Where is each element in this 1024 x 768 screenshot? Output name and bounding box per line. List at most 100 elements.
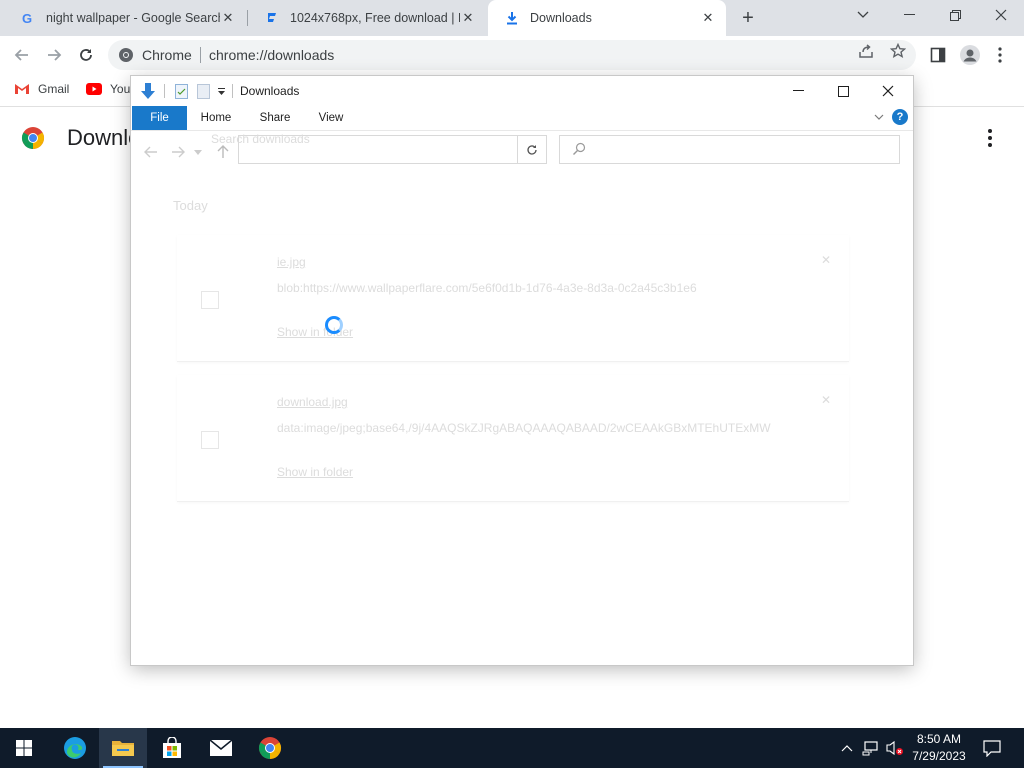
tab-wallpaper-download[interactable]: 1024x768px, Free download | Bla ✕ — [248, 0, 486, 36]
store-icon — [163, 737, 181, 758]
taskbar-chrome[interactable] — [246, 728, 294, 768]
new-tab-button[interactable]: + — [736, 6, 760, 30]
omnibox-divider — [200, 47, 201, 63]
chrome-site-icon — [119, 48, 133, 62]
ghost-file-url: data:image/jpeg;base64,/9j/4AAQSkZJRgABA… — [277, 421, 771, 435]
customize-qa-icon[interactable] — [215, 82, 227, 100]
gmail-icon — [14, 81, 30, 97]
back-icon[interactable] — [140, 141, 162, 163]
share-icon[interactable] — [857, 42, 875, 60]
taskbar-edge[interactable] — [51, 728, 99, 768]
tab-title: 1024x768px, Free download | Bla — [290, 11, 460, 25]
ghost-search-downloads: Search downloads — [211, 132, 310, 146]
ribbon-tab-share[interactable]: Share — [253, 106, 297, 130]
search-input[interactable] — [559, 135, 900, 164]
site-label: Chrome — [142, 47, 192, 63]
close-window-icon[interactable] — [865, 76, 911, 106]
side-panel-icon[interactable] — [926, 43, 950, 67]
youtube-icon — [86, 81, 102, 97]
folder-icon — [112, 741, 134, 756]
properties-icon[interactable] — [173, 82, 189, 100]
svg-text:G: G — [22, 11, 32, 25]
close-tab-icon[interactable]: ✕ — [220, 10, 236, 26]
tab-downloads[interactable]: Downloads ✕ — [488, 0, 726, 36]
ghost-download-card: download.jpg data:image/jpeg;base64,/9j/… — [177, 375, 849, 502]
taskbar-store[interactable] — [148, 728, 196, 768]
close-window-icon[interactable] — [978, 0, 1024, 30]
clock-date: 7/29/2023 — [912, 749, 966, 763]
notifications-icon[interactable] — [978, 728, 1006, 768]
search-icon — [572, 142, 586, 159]
minimize-icon[interactable] — [886, 0, 932, 30]
explorer-titlebar: Downloads — [131, 76, 913, 106]
mail-icon — [209, 739, 233, 756]
qa-separator — [164, 84, 165, 98]
refresh-icon[interactable] — [517, 135, 547, 164]
close-tab-icon[interactable]: ✕ — [460, 10, 476, 26]
profile-avatar-icon[interactable] — [958, 43, 982, 67]
ghost-file-url: blob:https://www.wallpaperflare.com/5e6f… — [277, 281, 697, 295]
show-hidden-icons-icon[interactable] — [838, 728, 856, 768]
ghost-remove-icon: ✕ — [821, 253, 832, 267]
url-text[interactable]: chrome://downloads — [209, 47, 334, 63]
browser-toolbar: Chrome chrome://downloads — [0, 36, 1024, 74]
ghost-file-name: ie.jpg — [277, 255, 306, 269]
ribbon-tab-home[interactable]: Home — [195, 106, 237, 130]
more-actions-icon[interactable] — [980, 126, 1000, 150]
download-icon — [504, 10, 520, 26]
loading-spinner-icon — [325, 316, 343, 334]
start-button[interactable] — [0, 728, 48, 768]
chrome-menu-icon[interactable] — [988, 43, 1012, 67]
close-tab-icon[interactable]: ✕ — [700, 10, 716, 26]
system-clock[interactable]: 8:50 AM 7/29/2023 — [906, 731, 972, 765]
tab-google-search[interactable]: G night wallpaper - Google Search ✕ — [4, 0, 246, 36]
bookmark-label: Gmail — [38, 82, 70, 96]
ghost-section-today: Today — [173, 198, 208, 213]
image-file-icon — [201, 291, 219, 309]
minimize-icon[interactable] — [775, 76, 821, 106]
taskbar: 8:50 AM 7/29/2023 — [0, 728, 1024, 768]
volume-muted-icon[interactable] — [884, 728, 906, 768]
new-folder-icon[interactable] — [195, 82, 211, 100]
reload-icon[interactable] — [74, 43, 98, 67]
address-bar[interactable]: Chrome chrome://downloads — [108, 40, 916, 70]
tab-title: night wallpaper - Google Search — [46, 11, 220, 25]
taskbar-file-explorer[interactable] — [99, 728, 147, 768]
network-icon[interactable] — [860, 728, 882, 768]
qa-separator — [232, 84, 233, 98]
clock-time: 8:50 AM — [916, 732, 962, 746]
ghost-download-card: ie.jpg blob:https://www.wallpaperflare.c… — [177, 235, 849, 362]
taskbar-mail[interactable] — [197, 728, 245, 768]
bookmark-gmail[interactable]: Gmail — [14, 81, 69, 97]
wallpaper-site-icon — [264, 10, 280, 26]
file-explorer-window: Downloads File Home Share View ? Search … — [131, 76, 913, 665]
ghost-file-name: download.jpg — [277, 395, 348, 409]
explorer-content: Search downloads Today ie.jpg blob:https… — [131, 131, 913, 665]
recent-locations-icon[interactable] — [191, 141, 205, 163]
tab-strip: G night wallpaper - Google Search ✕ 1024… — [0, 0, 1024, 36]
forward-icon[interactable] — [167, 141, 189, 163]
maximize-icon[interactable] — [820, 76, 866, 106]
bookmark-youtube[interactable]: YouT — [86, 81, 138, 97]
ribbon-tab-file[interactable]: File — [132, 106, 187, 130]
image-file-icon — [201, 431, 219, 449]
window-title: Downloads — [240, 84, 300, 98]
download-arrow-icon — [139, 82, 157, 100]
ghost-remove-icon: ✕ — [821, 393, 832, 407]
bookmark-star-icon[interactable] — [889, 42, 907, 60]
ribbon-tab-view[interactable]: View — [311, 106, 351, 130]
back-icon[interactable] — [10, 43, 34, 67]
help-icon[interactable]: ? — [892, 109, 908, 125]
tab-title: Downloads — [530, 11, 592, 25]
ghost-show-in-folder: Show in folder — [277, 465, 354, 479]
ribbon-tabs: File Home Share View ? — [131, 106, 913, 131]
forward-icon[interactable] — [42, 43, 66, 67]
edge-icon — [64, 737, 86, 759]
chrome-icon — [259, 737, 281, 759]
expand-ribbon-icon[interactable] — [872, 110, 886, 124]
windows-logo-icon — [16, 740, 32, 756]
google-icon: G — [20, 10, 36, 26]
chrome-logo-icon — [22, 127, 44, 149]
restore-icon[interactable] — [932, 0, 978, 30]
tab-search-chevron-icon[interactable] — [840, 0, 886, 30]
